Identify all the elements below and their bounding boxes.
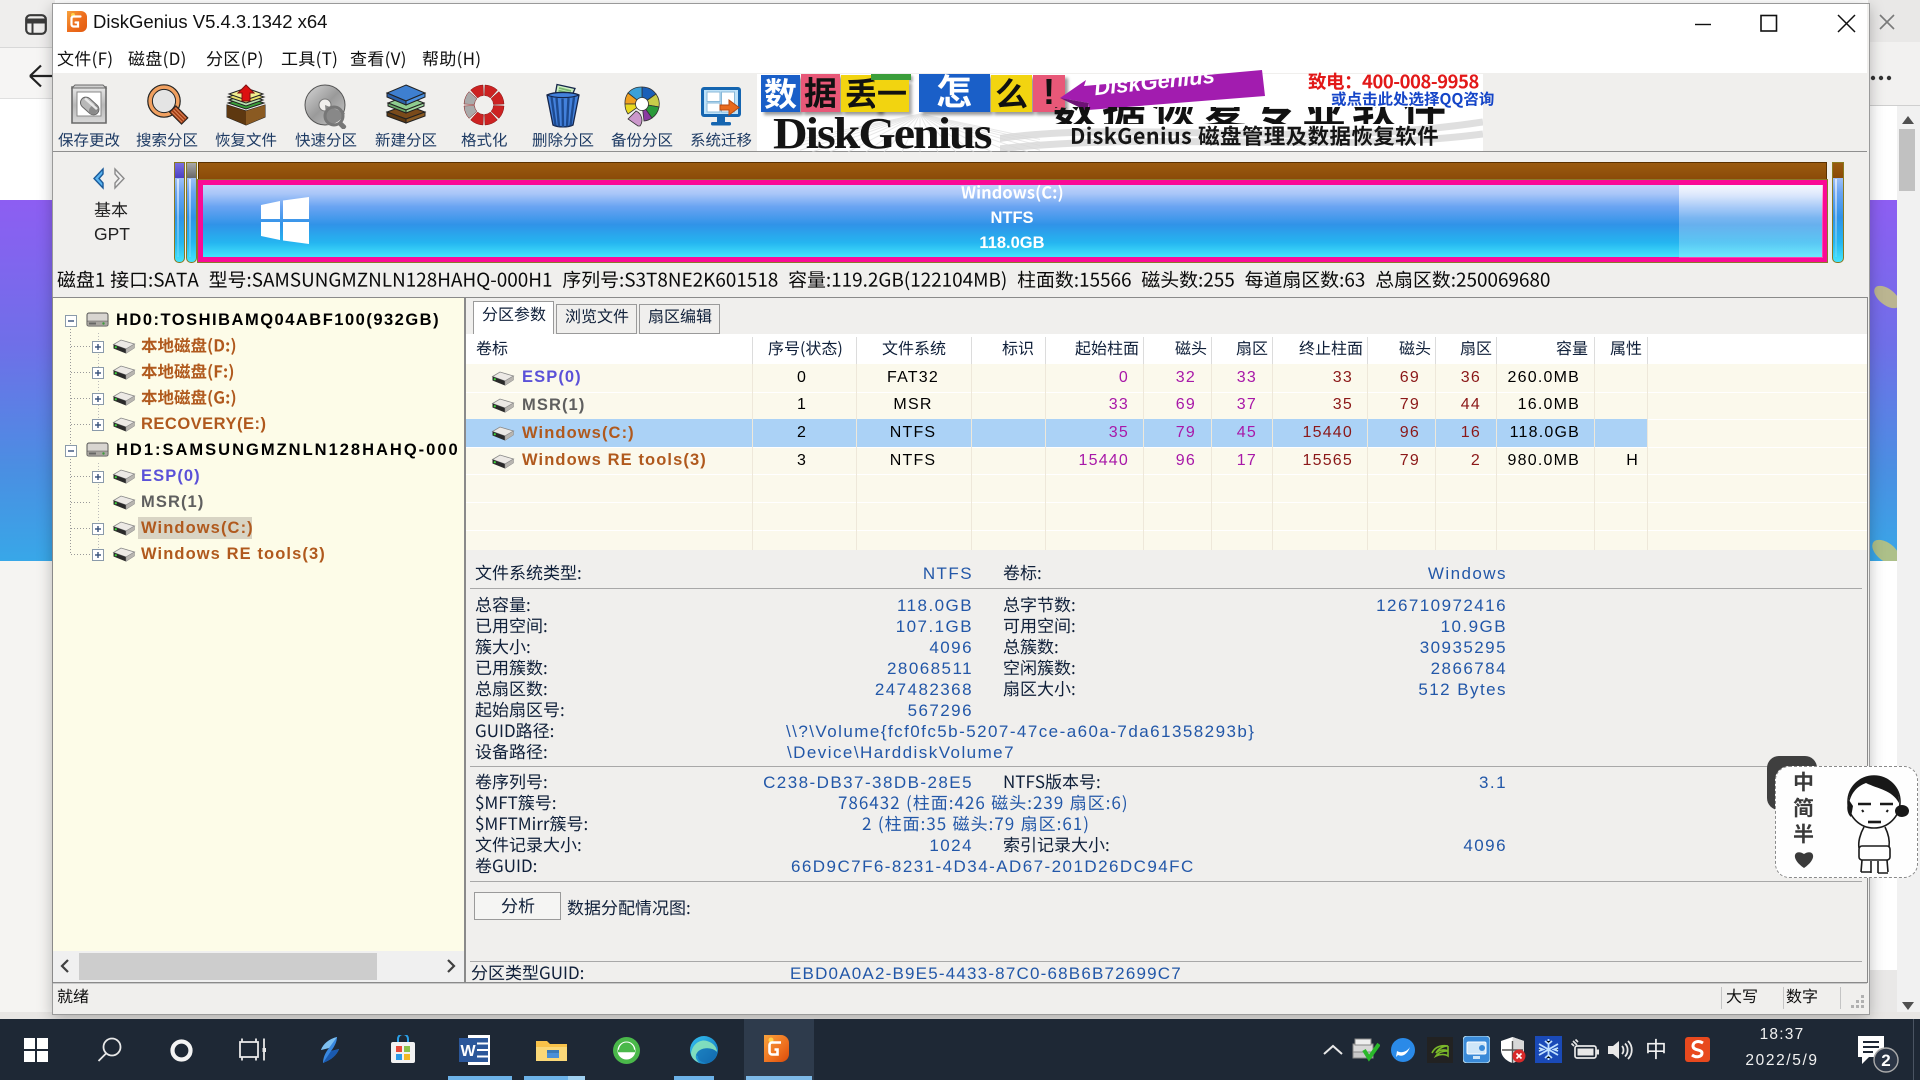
- svg-text:2: 2: [1881, 1051, 1890, 1070]
- svg-text:W: W: [460, 1043, 476, 1060]
